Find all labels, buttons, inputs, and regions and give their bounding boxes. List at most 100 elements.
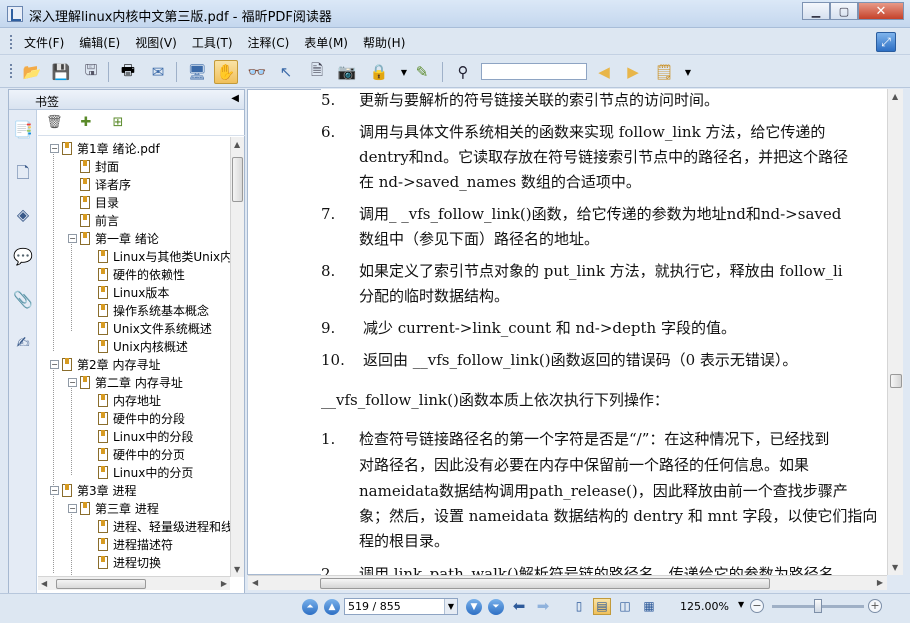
- maximize-button[interactable]: ▢: [830, 2, 858, 20]
- zoom-out-icon[interactable]: −: [750, 599, 764, 613]
- continuous-view-icon[interactable]: ▤: [593, 598, 611, 615]
- menu-comments[interactable]: 注释(C): [248, 34, 290, 51]
- open-folder-icon[interactable]: 📂: [20, 60, 44, 84]
- bookmark-item[interactable]: Linux与其他类Unix内: [98, 247, 230, 265]
- collapse-icon[interactable]: −: [50, 359, 59, 369]
- pdf-page[interactable]: 5. 更新与要解析的符号链接关联的索引节点的访问时间。 6. 调用与具体文件系统相关…: [321, 89, 887, 575]
- bookmark-item[interactable]: 硬件中的分页: [98, 445, 185, 463]
- bookmark-item[interactable]: 进程描述符: [98, 535, 173, 553]
- fullscreen-mode-icon[interactable]: 🖥: [185, 60, 209, 84]
- close-button[interactable]: ✕: [858, 2, 904, 20]
- collapse-icon[interactable]: −: [50, 143, 59, 153]
- minimize-button[interactable]: ▁: [802, 2, 830, 20]
- menu-file[interactable]: 文件(F): [24, 34, 64, 51]
- scroll-up-icon[interactable]: ▲: [892, 92, 898, 101]
- next-page-icon[interactable]: ▼: [466, 599, 482, 615]
- go-back-icon[interactable]: ⬅: [510, 598, 528, 615]
- search-input[interactable]: [481, 63, 587, 80]
- previous-page-icon[interactable]: ▲: [324, 599, 340, 615]
- go-forward-icon[interactable]: ➡: [534, 598, 552, 615]
- bookmarks-tab-icon[interactable]: 📑: [13, 120, 33, 142]
- page-number-field[interactable]: 519 / 855 ▼: [344, 598, 458, 615]
- loupe-icon[interactable]: 👓: [245, 60, 269, 84]
- bookmark-item[interactable]: − 第2章 内存寻址: [50, 355, 160, 373]
- scroll-thumb[interactable]: [320, 578, 770, 589]
- scroll-down-icon[interactable]: ▼: [892, 563, 898, 572]
- last-page-icon[interactable]: ⏷: [488, 599, 504, 615]
- bookmark-item[interactable]: Unix内核概述: [98, 337, 188, 355]
- bookmark-item[interactable]: Linux版本: [98, 283, 169, 301]
- bookmark-item[interactable]: 译者序: [80, 175, 131, 193]
- menu-edit[interactable]: 编辑(E): [79, 34, 120, 51]
- menu-grip-icon[interactable]: [10, 35, 13, 49]
- collapse-panel-icon[interactable]: ◀: [231, 93, 239, 104]
- bookmark-item[interactable]: − 第一章 绪论: [68, 229, 159, 247]
- delete-bookmark-icon[interactable]: 🗑: [46, 115, 63, 131]
- collapse-icon[interactable]: −: [50, 485, 59, 495]
- bookmark-vertical-scrollbar[interactable]: ▲ ▼: [230, 137, 244, 577]
- layers-tab-icon[interactable]: ◈: [13, 205, 33, 227]
- scroll-down-icon[interactable]: ▼: [234, 565, 240, 574]
- zoom-in-icon[interactable]: +: [868, 599, 882, 613]
- hand-tool-icon[interactable]: ✋: [214, 60, 238, 84]
- search-options-dropdown-icon[interactable]: ▼: [676, 60, 700, 84]
- bookmark-item[interactable]: 目录: [80, 193, 119, 211]
- sign-pen-icon[interactable]: ✎: [410, 60, 434, 84]
- scroll-thumb[interactable]: [232, 157, 243, 202]
- pages-tab-icon[interactable]: 🗋: [13, 162, 33, 184]
- bookmark-item[interactable]: − 第3章 进程: [50, 481, 136, 499]
- bookmark-item[interactable]: 进程、轻量级进程和线: [98, 517, 230, 535]
- facing-view-icon[interactable]: ◫: [616, 598, 634, 615]
- bookmark-item[interactable]: 内存地址: [98, 391, 161, 409]
- continuous-facing-view-icon[interactable]: ▦: [640, 598, 658, 615]
- bookmark-item[interactable]: − 第1章 绪论.pdf: [50, 139, 160, 157]
- zoom-slider[interactable]: [772, 599, 864, 613]
- scroll-thumb[interactable]: [56, 579, 146, 589]
- attachments-tab-icon[interactable]: 📎: [13, 290, 33, 312]
- save-as-icon[interactable]: 🖫: [79, 60, 103, 84]
- bookmark-horizontal-scrollbar[interactable]: ◀ ▶: [38, 576, 230, 590]
- add-bookmark-icon[interactable]: ✚: [78, 115, 94, 131]
- scroll-right-icon[interactable]: ▶: [877, 578, 883, 587]
- bookmark-item[interactable]: Unix文件系统概述: [98, 319, 212, 337]
- scroll-left-icon[interactable]: ◀: [41, 579, 47, 588]
- add-child-bookmark-icon[interactable]: ⊞: [110, 115, 126, 131]
- menu-help[interactable]: 帮助(H): [363, 34, 405, 51]
- collapse-icon[interactable]: −: [68, 503, 77, 513]
- first-page-icon[interactable]: ⏶: [302, 599, 318, 615]
- zoom-dropdown-icon[interactable]: ▼: [738, 600, 744, 609]
- snapshot-icon[interactable]: 📷: [335, 60, 359, 84]
- fullscreen-icon[interactable]: ⤢: [876, 32, 896, 52]
- menu-view[interactable]: 视图(V): [135, 34, 177, 51]
- page-dropdown-icon[interactable]: ▼: [444, 599, 457, 614]
- zoom-slider-knob[interactable]: [814, 599, 822, 613]
- bookmark-item[interactable]: 硬件中的分段: [98, 409, 185, 427]
- scroll-thumb[interactable]: [890, 374, 902, 388]
- document-vertical-scrollbar[interactable]: ▲ ▼: [887, 89, 903, 575]
- bookmark-item[interactable]: − 第二章 内存寻址: [68, 373, 183, 391]
- signatures-tab-icon[interactable]: ✍: [13, 333, 33, 355]
- scroll-right-icon[interactable]: ▶: [221, 579, 227, 588]
- print-icon[interactable]: 🖶: [116, 60, 140, 84]
- binoculars-icon[interactable]: ⚲: [451, 60, 475, 84]
- bookmark-item[interactable]: Linux中的分段: [98, 427, 193, 445]
- document-horizontal-scrollbar[interactable]: ◀ ▶: [248, 575, 887, 590]
- menu-tools[interactable]: 工具(T): [192, 34, 233, 51]
- text-select-icon[interactable]: 🗎: [305, 60, 329, 84]
- email-icon[interactable]: ✉: [146, 60, 170, 84]
- scroll-left-icon[interactable]: ◀: [252, 578, 258, 587]
- rms-lock-icon[interactable]: 🔒: [367, 60, 391, 84]
- zoom-level[interactable]: 125.00%: [680, 600, 729, 613]
- save-icon[interactable]: 💾: [49, 60, 73, 84]
- single-page-view-icon[interactable]: ▯: [570, 598, 588, 615]
- find-next-icon[interactable]: ▶: [621, 60, 645, 84]
- collapse-icon[interactable]: −: [68, 377, 77, 387]
- bookmark-item[interactable]: − 第三章 进程: [68, 499, 159, 517]
- menu-forms[interactable]: 表单(M): [304, 34, 348, 51]
- bookmark-item[interactable]: 封面: [80, 157, 119, 175]
- bookmark-item[interactable]: 前言: [80, 211, 119, 229]
- search-options-icon[interactable]: 🗒: [652, 60, 676, 84]
- find-previous-icon[interactable]: ◀: [592, 60, 616, 84]
- bookmark-item[interactable]: 进程切换: [98, 553, 161, 571]
- bookmark-item[interactable]: Linux中的分页: [98, 463, 193, 481]
